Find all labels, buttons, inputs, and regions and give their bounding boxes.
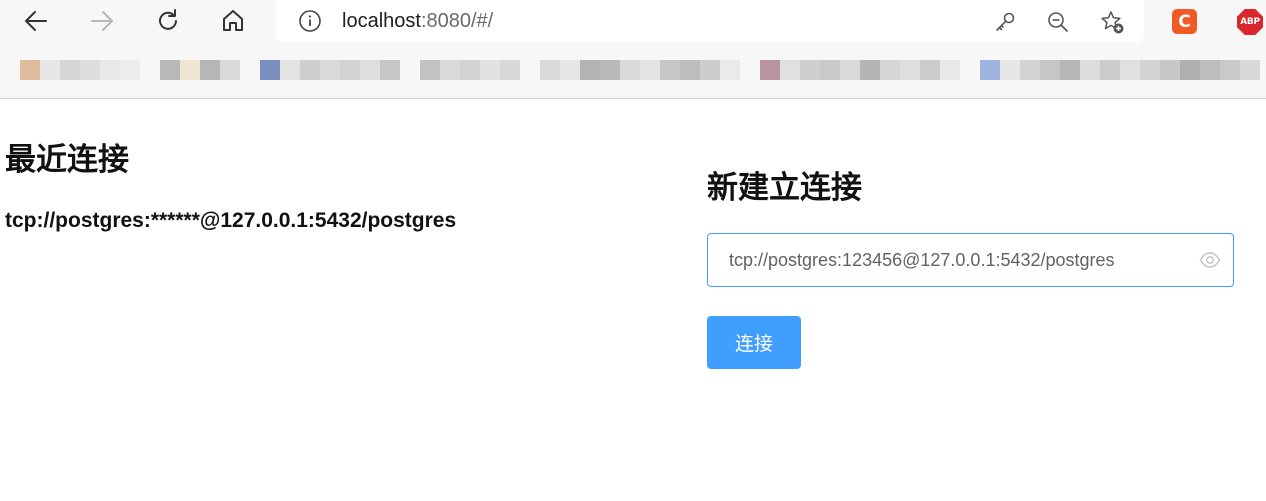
recent-connections-title: 最近连接 (5, 142, 129, 178)
extension-c-button[interactable]: C (1172, 9, 1197, 34)
bookmark-item[interactable] (420, 60, 520, 80)
zoom-button[interactable] (1044, 8, 1072, 36)
eye-icon[interactable] (1199, 250, 1221, 270)
connect-button[interactable]: 连接 (707, 316, 801, 369)
recent-connection-item[interactable]: tcp://postgres:******@127.0.0.1:5432/pos… (5, 207, 456, 235)
bookmark-item[interactable] (260, 60, 400, 80)
url-host: localhost (342, 10, 421, 32)
adblock-label: ABP (1240, 17, 1260, 27)
browser-toolbar: localhost:8080/#/ C ABP (0, 0, 1266, 44)
browser-chrome: localhost:8080/#/ C ABP (0, 0, 1266, 99)
back-arrow-icon (25, 11, 47, 31)
home-icon (223, 10, 243, 31)
back-button[interactable] (18, 4, 54, 38)
new-connection-title: 新建立连接 (707, 170, 862, 206)
bookmark-item[interactable] (760, 60, 960, 80)
bookmark-item[interactable] (20, 60, 140, 80)
address-bar[interactable]: localhost:8080/#/ (276, 0, 1144, 42)
bookmarks-bar (0, 52, 1266, 86)
forward-arrow-icon (91, 11, 113, 31)
reload-button[interactable] (150, 4, 186, 38)
info-icon[interactable] (298, 9, 322, 33)
key-button[interactable] (991, 8, 1019, 36)
forward-button[interactable] (84, 4, 120, 38)
home-button[interactable] (215, 4, 251, 38)
connection-input-wrapper (707, 233, 1234, 287)
connection-string-input[interactable] (708, 234, 1188, 286)
reload-icon (159, 9, 177, 30)
key-icon (996, 12, 1015, 31)
adblock-extension-button[interactable]: ABP (1237, 9, 1263, 35)
extension-c-label: C (1178, 11, 1191, 32)
bookmark-item[interactable] (540, 60, 740, 80)
zoom-out-icon (1048, 12, 1068, 32)
bookmark-item[interactable] (160, 60, 240, 80)
url-path: :8080/#/ (420, 10, 494, 32)
url-text[interactable]: localhost:8080/#/ (342, 9, 493, 33)
add-favorite-icon (1101, 11, 1124, 34)
add-favorite-button[interactable] (1098, 8, 1126, 36)
bookmark-item[interactable] (980, 60, 1260, 80)
page-content: 最近连接 tcp://postgres:******@127.0.0.1:543… (0, 99, 1266, 501)
